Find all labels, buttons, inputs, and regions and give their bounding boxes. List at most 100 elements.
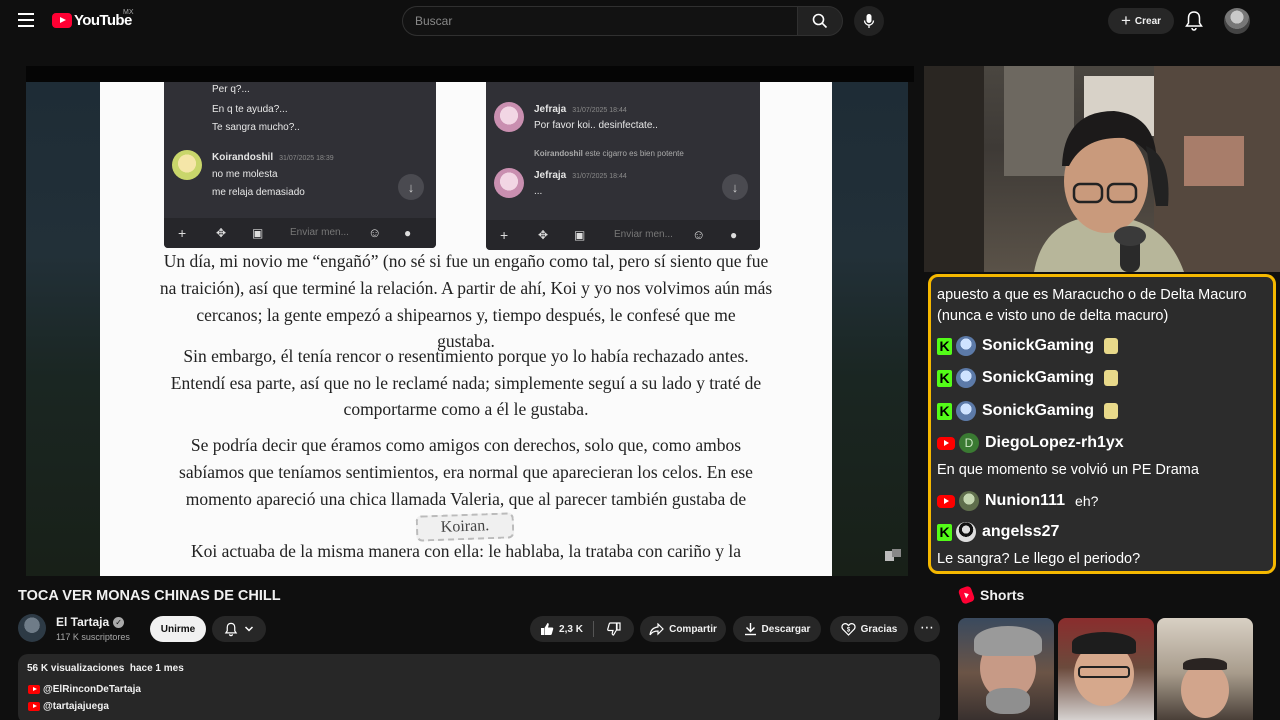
chat-user-avatar bbox=[956, 336, 976, 356]
subscriber-count: 117 K suscriptores bbox=[56, 632, 130, 642]
gift-icon: ▣ bbox=[574, 228, 586, 242]
plus-icon: + bbox=[1120, 11, 1131, 30]
youtube-icon bbox=[28, 702, 40, 711]
search-input[interactable] bbox=[402, 6, 797, 36]
thumbnail-hair bbox=[1072, 632, 1136, 654]
youtube-play-icon bbox=[52, 13, 72, 28]
join-button[interactable]: Unirme bbox=[150, 616, 206, 642]
chat-message-text: (nunca e visto uno de delta macuro) bbox=[937, 308, 1169, 324]
description-box[interactable]: 56 K visualizaciones hace 1 mes @ElRinco… bbox=[18, 654, 940, 720]
chat-user-avatar bbox=[956, 368, 976, 388]
share-label: Compartir bbox=[669, 623, 717, 635]
chat-entry: K SonickGaming bbox=[937, 399, 1119, 423]
short-thumbnail[interactable] bbox=[1058, 618, 1154, 720]
chat-entry: K SonickGaming bbox=[937, 334, 1119, 358]
story-line: comportarme como a él le gustaba. bbox=[343, 399, 589, 419]
screenshot-text: En q te ayuda?... bbox=[212, 104, 288, 115]
chat-entry: Nunion111 eh? bbox=[937, 489, 1098, 513]
youtube-platform-icon bbox=[937, 436, 955, 450]
video-title: TOCA VER MONAS CHINAS DE CHILL bbox=[18, 588, 281, 604]
like-button[interactable]: 2,3 K bbox=[530, 616, 593, 642]
chat-screenshot-left: Per q?... En q te ayuda?... Te sangra mu… bbox=[164, 82, 436, 248]
short-thumbnail[interactable] bbox=[1157, 618, 1253, 720]
thumbnail-hair bbox=[1183, 658, 1227, 670]
screenshot-text: no me molesta bbox=[212, 169, 278, 180]
subscription-notifications-button[interactable] bbox=[212, 616, 266, 642]
short-thumbnail[interactable] bbox=[958, 618, 1054, 720]
thumbnail-hair bbox=[974, 626, 1042, 656]
chat-user-avatar bbox=[956, 401, 976, 421]
chat-message-text: En que momento se volvió un PE Drama bbox=[937, 462, 1199, 478]
chat-message-text: Le sangra? Le llego el periodo? bbox=[937, 551, 1141, 567]
channel-link-text[interactable]: @ElRinconDeTartaja bbox=[43, 684, 141, 695]
screenshot-username: Jefraja bbox=[534, 104, 567, 115]
thumbnail-face bbox=[1181, 662, 1229, 718]
story-line: na traición), así que terminé la relació… bbox=[159, 278, 773, 298]
chat-username: Nunion111 bbox=[985, 492, 1066, 509]
thumbs-up-icon bbox=[541, 623, 554, 635]
create-label: Crear bbox=[1134, 15, 1162, 27]
youtube-platform-icon bbox=[937, 494, 955, 508]
chat-message-text: eh? bbox=[1075, 493, 1099, 509]
video-player[interactable]: Per q?... En q te ayuda?... Te sangra mu… bbox=[26, 82, 908, 576]
scroll-down-icon: ↓ bbox=[398, 174, 424, 200]
chat-entry: K SonickGaming bbox=[937, 366, 1119, 390]
thumbnail-glasses bbox=[1078, 666, 1130, 678]
kick-platform-icon: K bbox=[937, 337, 952, 355]
screenshot-time: 31/07/2025 18:44 bbox=[572, 173, 627, 180]
chat-avatar bbox=[494, 102, 524, 132]
screenshot-text: Te sangra mucho?.. bbox=[212, 122, 300, 133]
more-actions-button[interactable]: ⋯ bbox=[914, 616, 940, 642]
story-line: cercanos; la gente empezó a shipearnos y… bbox=[196, 305, 736, 325]
story-line: Se podría decir que éramos como amigos c… bbox=[190, 435, 742, 455]
description-link[interactable]: @ElRinconDeTartaja bbox=[28, 684, 141, 695]
chat-username: SonickGaming bbox=[982, 337, 1095, 354]
chat-screenshot-right: Jefraja 31/07/2025 18:44 Por favor koi.. … bbox=[486, 82, 760, 250]
download-label: Descargar bbox=[761, 623, 811, 635]
microphone-icon: ● bbox=[404, 226, 412, 240]
chat-entry: D DiegoLopez-rh1yx bbox=[937, 431, 1124, 455]
channel-avatar[interactable] bbox=[18, 614, 46, 642]
search-bar bbox=[402, 6, 843, 36]
channel-name[interactable]: El Tartaja ✓ bbox=[56, 615, 125, 629]
streamer-webcam bbox=[924, 66, 1280, 272]
voice-search-button[interactable] bbox=[854, 6, 884, 36]
search-icon bbox=[812, 13, 828, 29]
microphone-icon bbox=[863, 14, 875, 28]
chat-user-avatar bbox=[956, 522, 976, 542]
chat-avatar bbox=[494, 168, 524, 198]
plus-icon: + bbox=[178, 225, 187, 241]
user-avatar[interactable] bbox=[1224, 8, 1250, 34]
shorts-icon bbox=[957, 585, 976, 605]
microphone-icon: ● bbox=[730, 228, 738, 242]
share-button[interactable]: Compartir bbox=[640, 616, 726, 642]
youtube-logo[interactable]: YouTube bbox=[52, 12, 132, 29]
thanks-label: Gracias bbox=[860, 623, 898, 635]
screenshot-username: Koirandoshil bbox=[212, 152, 274, 163]
channel-link-text[interactable]: @tartajajuega bbox=[43, 701, 109, 712]
bell-icon bbox=[224, 622, 238, 636]
description-meta: 56 K visualizaciones hace 1 mes bbox=[27, 663, 184, 674]
chat-username: SonickGaming bbox=[982, 402, 1095, 419]
chat-message-text: apuesto a que es Maracucho o de Delta Ma… bbox=[937, 287, 1247, 303]
search-button[interactable] bbox=[797, 6, 843, 36]
notifications-bell-icon[interactable] bbox=[1184, 10, 1204, 32]
shorts-title: Shorts bbox=[980, 587, 1025, 603]
like-dislike-group: 2,3 K bbox=[530, 616, 634, 642]
plus-icon: + bbox=[500, 227, 509, 243]
screenshot-username: Jefraja bbox=[534, 170, 567, 181]
screenshot-time: 31/07/2025 18:39 bbox=[279, 155, 334, 162]
create-button[interactable]: + Crear bbox=[1108, 8, 1174, 34]
player-letterbox bbox=[26, 66, 914, 82]
description-link[interactable]: @tartajajuega bbox=[28, 701, 109, 712]
shorts-header: Shorts bbox=[957, 585, 1025, 605]
download-button[interactable]: Descargar bbox=[733, 616, 821, 642]
reply-text: este cigarro es bien potente bbox=[585, 149, 684, 158]
emote-icon bbox=[1104, 370, 1119, 386]
thanks-button[interactable]: $ Gracias bbox=[830, 616, 908, 642]
story-line: momento apareció una chica llamada Valer… bbox=[185, 489, 747, 509]
menu-icon[interactable] bbox=[18, 13, 34, 27]
dislike-button[interactable] bbox=[594, 616, 634, 642]
channel-name-text[interactable]: El Tartaja bbox=[56, 615, 109, 629]
reply-username: Koirandoshil bbox=[534, 149, 583, 158]
